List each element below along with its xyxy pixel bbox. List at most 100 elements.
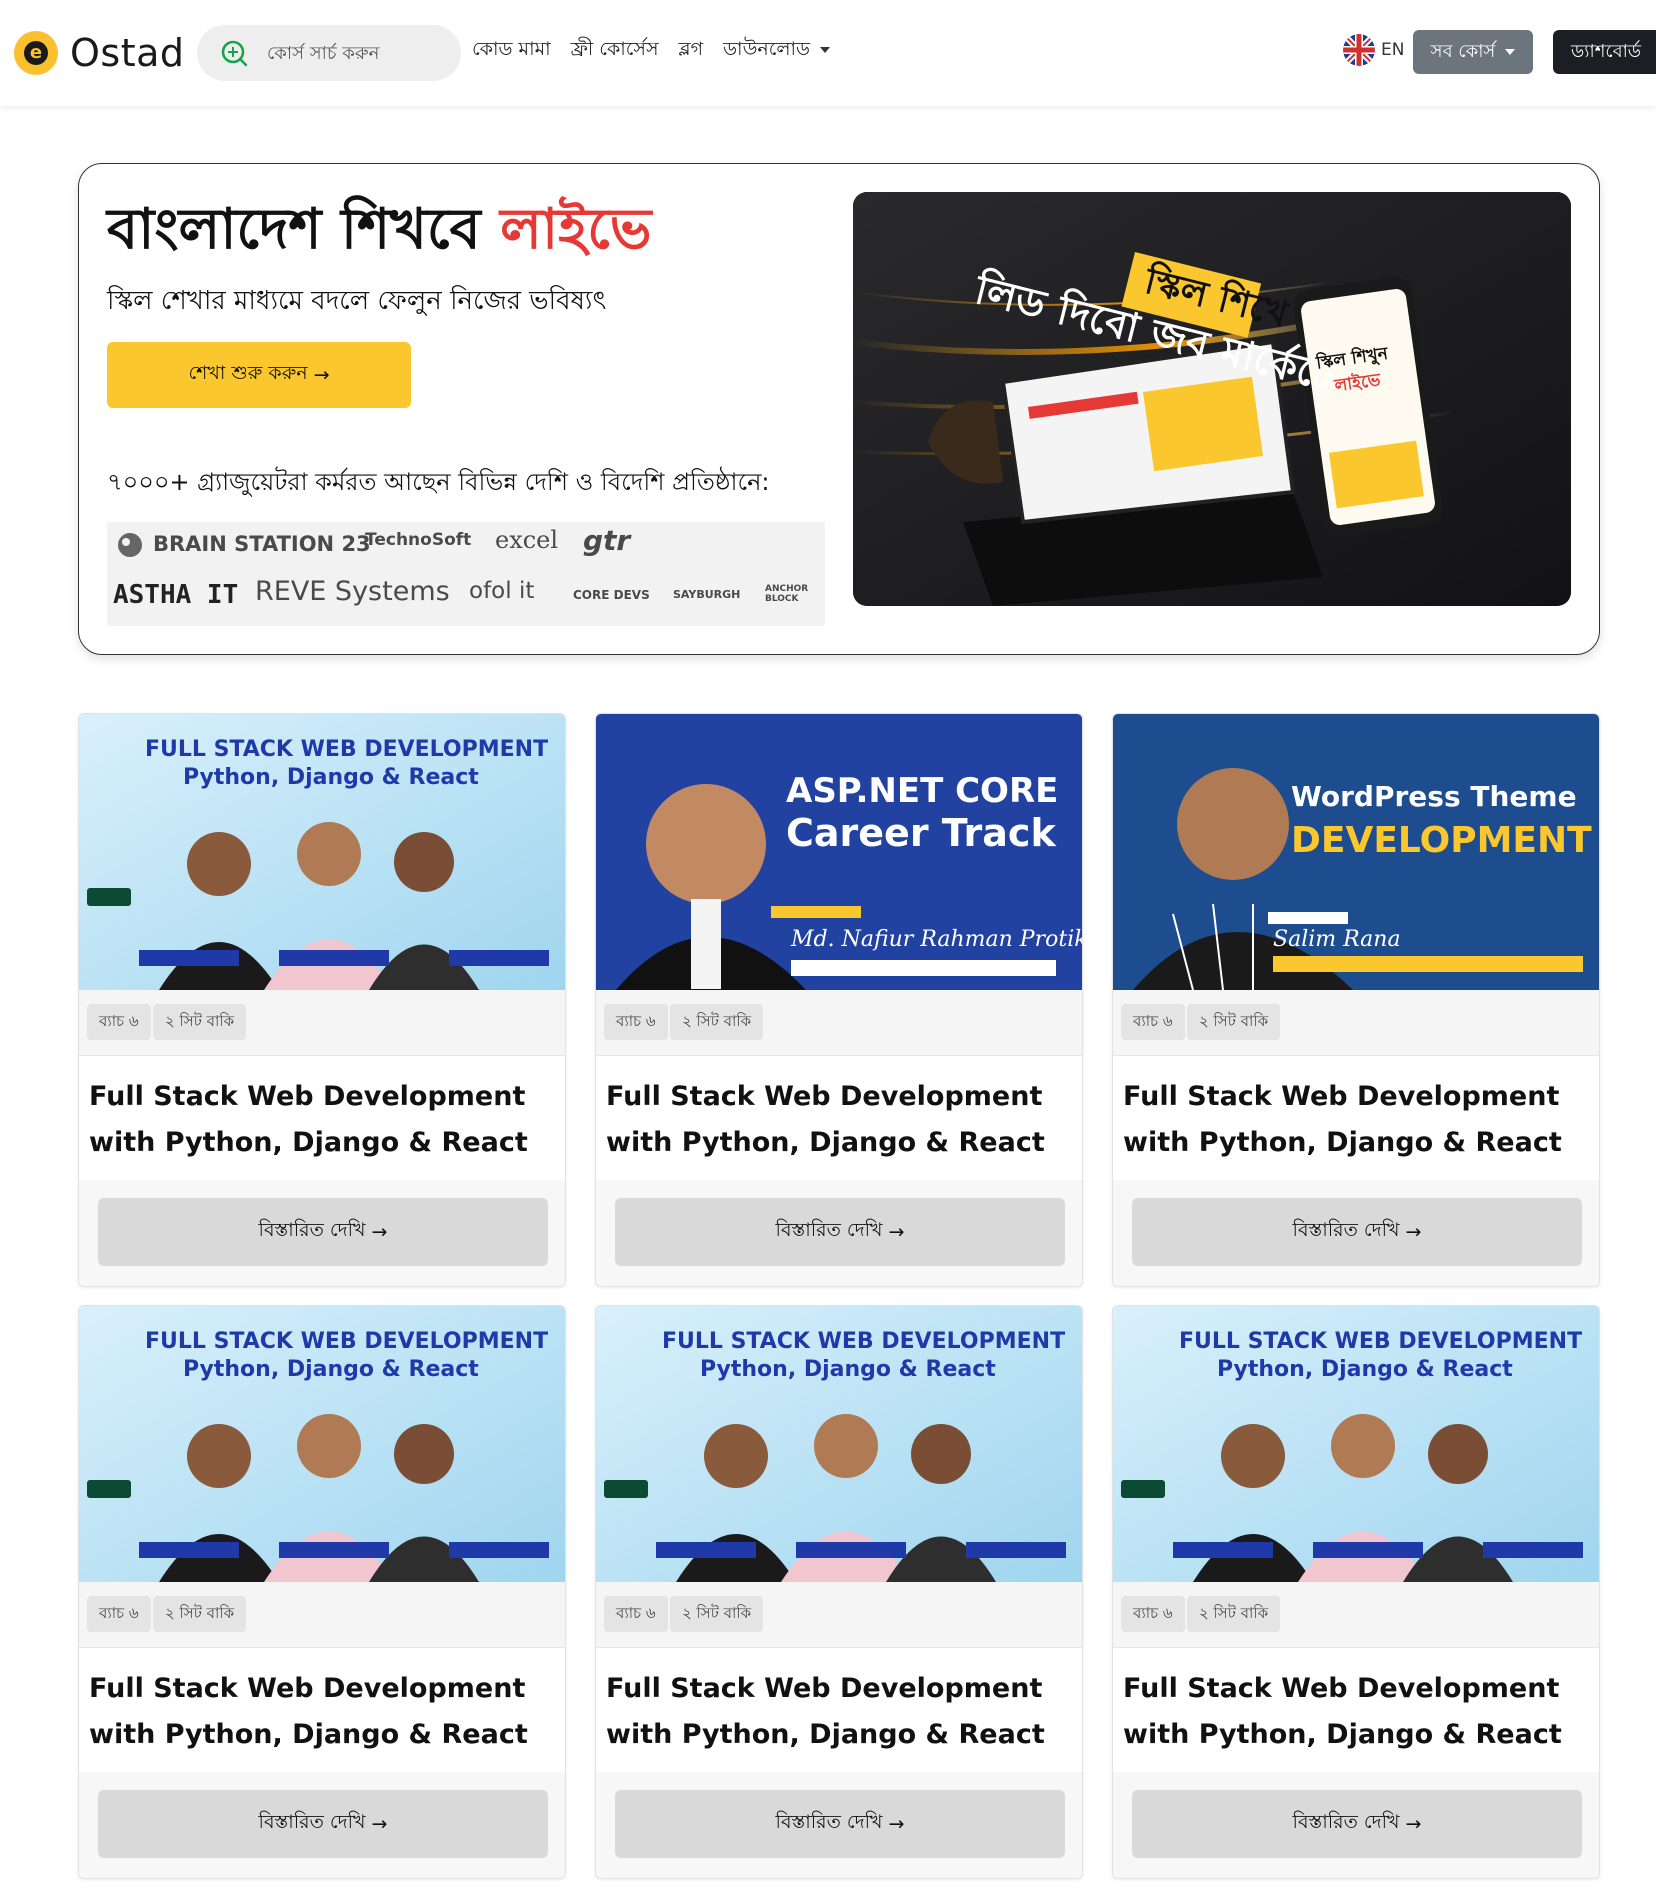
course-thumbnail: WordPress Theme DEVELOPMENT Salim Rana	[1113, 714, 1599, 990]
thumb-title-line2: Career Track	[786, 811, 1056, 855]
thumb-title-line1: FULL STACK WEB DEVELOPMENT	[1179, 1329, 1582, 1354]
language-switcher[interactable]: EN	[1343, 34, 1404, 66]
thumb-title-line2: Python, Django & React	[1217, 1357, 1513, 1382]
arrow-right-icon: →	[371, 1221, 388, 1243]
course-card: FULL STACK WEB DEVELOPMENT Python, Djang…	[595, 1305, 1083, 1879]
seats-badge: ২ সিট বাকি	[670, 1596, 764, 1632]
batch-badge: ব্যাচ ৬	[604, 1596, 668, 1632]
hero-title-accent: লাইভে	[500, 197, 652, 262]
view-details-button[interactable]: বিস্তারিত দেখি →	[1132, 1198, 1582, 1266]
nav-code-mama[interactable]: কোড মামা	[472, 35, 551, 67]
course-title[interactable]: Full Stack Web Development with Python, …	[1123, 1666, 1593, 1758]
nav-download-dropdown[interactable]: ডাউনলোড	[723, 35, 830, 67]
seats-badge: ২ সিট বাকি	[1187, 1004, 1281, 1040]
thumb-title-line2: Python, Django & React	[700, 1357, 996, 1382]
hero-title-main: বাংলাদেশ শিখবে	[107, 197, 501, 262]
seats-badge: ২ সিট বাকি	[670, 1004, 764, 1040]
seats-badge: ২ সিট বাকি	[1187, 1596, 1281, 1632]
partner-astha-it: ASTHA IT	[113, 580, 239, 610]
view-details-label: বিস্তারিত দেখি	[775, 1811, 883, 1833]
partner-anchor-block: ANCHOR BLOCK	[765, 584, 809, 604]
course-card-footer: বিস্তারিত দেখি →	[596, 1772, 1082, 1878]
top-navbar: e Ostad কোড মামা ফ্রী কোর্সেস ব্লগ ডাউনল…	[0, 0, 1656, 106]
batch-badge: ব্যাচ ৬	[87, 1004, 151, 1040]
ostad-logo-icon: e	[14, 31, 58, 75]
brain-station-logo-icon	[118, 533, 142, 557]
fullstack-thumbnail-art: FULL STACK WEB DEVELOPMENT Python, Djang…	[1113, 1306, 1599, 1582]
partner-reve-systems: REVE Systems	[255, 576, 450, 607]
course-card-footer: বিস্তারিত দেখি →	[1113, 1180, 1599, 1286]
fullstack-thumbnail-art: FULL STACK WEB DEVELOPMENT Python, Djang…	[79, 714, 565, 990]
course-title[interactable]: Full Stack Web Development with Python, …	[1123, 1074, 1593, 1166]
language-label: EN	[1381, 40, 1405, 60]
course-thumbnail: FULL STACK WEB DEVELOPMENT Python, Djang…	[79, 714, 565, 990]
course-title[interactable]: Full Stack Web Development with Python, …	[89, 1666, 559, 1758]
course-thumbnail: FULL STACK WEB DEVELOPMENT Python, Djang…	[79, 1306, 565, 1582]
hero-image: লিড দিবো জব মার্কেটে স্কিল শিখে স্কিল শি…	[853, 192, 1571, 606]
partner-core-devs: CORE DEVS	[573, 588, 650, 602]
main-nav: কোড মামা ফ্রী কোর্সেস ব্লগ ডাউনলোড	[472, 36, 850, 66]
search-input[interactable]	[267, 42, 447, 64]
view-details-button[interactable]: বিস্তারিত দেখি →	[1132, 1790, 1582, 1858]
view-details-button[interactable]: বিস্তারিত দেখি →	[615, 1198, 1065, 1266]
course-card: FULL STACK WEB DEVELOPMENT Python, Djang…	[78, 713, 566, 1287]
course-meta: ব্যাচ ৬ ২ সিট বাকি	[79, 990, 565, 1056]
thumb-title-line1: ASP.NET CORE	[786, 771, 1058, 811]
brand-name: Ostad	[70, 31, 185, 75]
course-meta: ব্যাচ ৬ ২ সিট বাকি	[1113, 1582, 1599, 1648]
course-title[interactable]: Full Stack Web Development with Python, …	[606, 1666, 1076, 1758]
arrow-right-icon: →	[1405, 1813, 1422, 1835]
thumb-title-line1: FULL STACK WEB DEVELOPMENT	[145, 737, 548, 762]
hero-banner: বাংলাদেশ শিখবে লাইভে স্কিল শেখার মাধ্যমে…	[78, 163, 1600, 655]
arrow-right-icon: →	[313, 364, 330, 386]
course-meta: ব্যাচ ৬ ২ সিট বাকি	[596, 990, 1082, 1056]
arrow-right-icon: →	[888, 1221, 905, 1243]
thumb-title-line1: FULL STACK WEB DEVELOPMENT	[145, 1329, 548, 1354]
dashboard-button[interactable]: ড্যাশবোর্ড	[1553, 30, 1656, 74]
course-meta: ব্যাচ ৬ ২ সিট বাকি	[596, 1582, 1082, 1648]
partner-excel: excel	[495, 526, 559, 554]
course-card: WordPress Theme DEVELOPMENT Salim Rana ব…	[1112, 713, 1600, 1287]
view-details-label: বিস্তারিত দেখি	[775, 1219, 883, 1241]
view-details-label: বিস্তারিত দেখি	[1292, 1219, 1400, 1241]
course-thumbnail: ASP.NET CORE Career Track Md. Nafiur Rah…	[596, 714, 1083, 990]
view-details-label: বিস্তারিত দেখি	[258, 1811, 366, 1833]
all-courses-dropdown[interactable]: সব কোর্স	[1413, 30, 1533, 74]
course-card-footer: বিস্তারিত দেখি →	[79, 1180, 565, 1286]
batch-badge: ব্যাচ ৬	[87, 1596, 151, 1632]
thumb-title-line2: DEVELOPMENT	[1291, 820, 1592, 861]
fullstack-thumbnail-art: FULL STACK WEB DEVELOPMENT Python, Djang…	[596, 1306, 1082, 1582]
view-details-button[interactable]: বিস্তারিত দেখি →	[615, 1790, 1065, 1858]
course-title[interactable]: Full Stack Web Development with Python, …	[89, 1074, 559, 1166]
start-learning-button[interactable]: শেখা শুরু করুন →	[107, 342, 411, 408]
thumb-instructor: Md. Nafiur Rahman Protik	[790, 927, 1083, 952]
partner-sayburgh: SAYBURGH	[673, 588, 741, 601]
arrow-right-icon: →	[888, 1813, 905, 1835]
view-details-button[interactable]: বিস্তারিত দেখি →	[98, 1790, 548, 1858]
wordpress-thumbnail-art: WordPress Theme DEVELOPMENT Salim Rana	[1113, 714, 1599, 990]
seats-badge: ২ সিট বাকি	[153, 1004, 247, 1040]
course-card-footer: বিস্তারিত দেখি →	[596, 1180, 1082, 1286]
course-card: FULL STACK WEB DEVELOPMENT Python, Djang…	[1112, 1305, 1600, 1879]
graduates-statement: ৭০০০+ গ্র্যাজুয়েটরা কর্মরত আছেন বিভিন্ন…	[107, 468, 770, 496]
arrow-right-icon: →	[371, 1813, 388, 1835]
course-title[interactable]: Full Stack Web Development with Python, …	[606, 1074, 1076, 1166]
course-meta: ব্যাচ ৬ ২ সিট বাকি	[79, 1582, 565, 1648]
nav-free-courses[interactable]: ফ্রী কোর্সেস	[571, 35, 659, 67]
course-card-footer: বিস্তারিত দেখি →	[79, 1772, 565, 1878]
thumb-instructor: Salim Rana	[1273, 927, 1401, 952]
course-thumbnail: FULL STACK WEB DEVELOPMENT Python, Djang…	[596, 1306, 1082, 1582]
view-details-label: বিস্তারিত দেখি	[1292, 1811, 1400, 1833]
view-details-button[interactable]: বিস্তারিত দেখি →	[98, 1198, 548, 1266]
nav-blog[interactable]: ব্লগ	[679, 35, 704, 67]
hero-title: বাংলাদেশ শিখবে লাইভে	[107, 186, 651, 280]
batch-badge: ব্যাচ ৬	[1121, 1596, 1185, 1632]
partner-logos: BRAIN STATION 23 TechnoSoft excel gtr AS…	[107, 522, 825, 626]
course-search[interactable]	[197, 25, 461, 81]
arrow-right-icon: →	[1405, 1221, 1422, 1243]
thumb-title-line2: Python, Django & React	[183, 1357, 479, 1382]
start-learning-label: শেখা শুরু করুন	[188, 362, 308, 384]
batch-badge: ব্যাচ ৬	[604, 1004, 668, 1040]
brand-logo[interactable]: e Ostad	[14, 30, 185, 76]
partner-brain-station: BRAIN STATION 23	[153, 532, 371, 556]
